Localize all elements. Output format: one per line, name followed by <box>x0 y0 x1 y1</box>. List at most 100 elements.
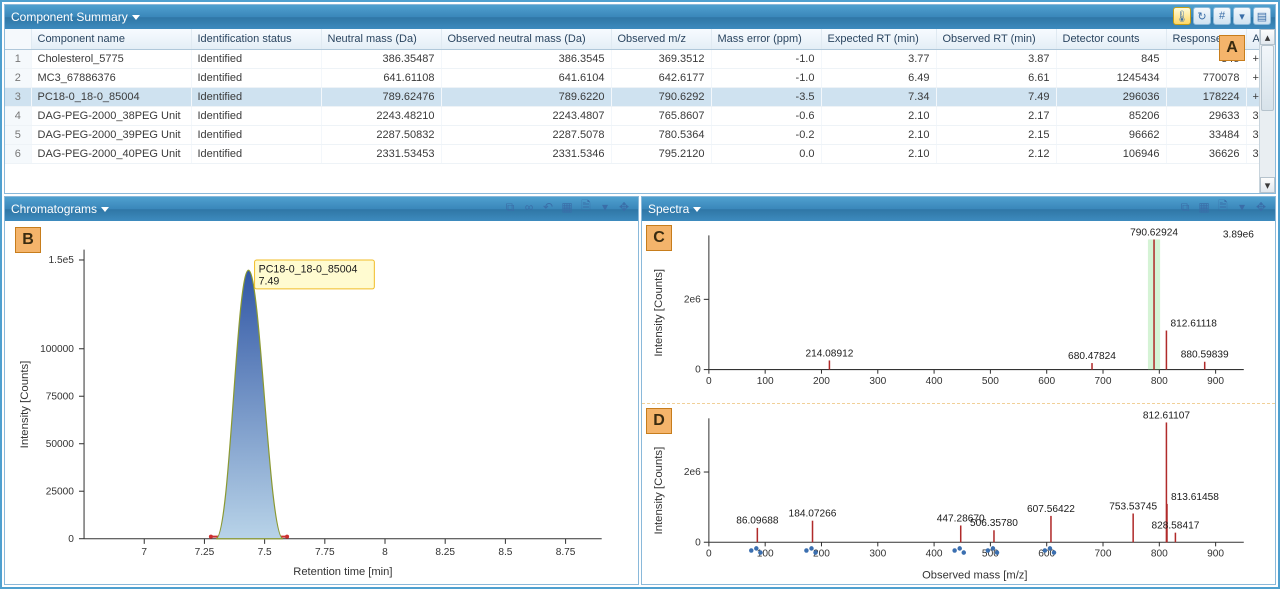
cell: 780.5364 <box>611 126 711 145</box>
thermometer-icon[interactable]: 🌡 <box>1173 7 1191 25</box>
move-icon[interactable]: ✥ <box>616 199 632 215</box>
svg-text:800: 800 <box>1151 376 1168 387</box>
cell: 3.77 <box>821 50 936 69</box>
svg-text:0: 0 <box>706 548 712 559</box>
sync-icon[interactable]: ↻ <box>1193 7 1211 25</box>
scroll-thumb[interactable] <box>1261 45 1274 111</box>
svg-text:75000: 75000 <box>46 391 74 402</box>
table-icon[interactable]: ▦ <box>1196 199 1212 215</box>
svg-text:Observed mass [m/z]: Observed mass [m/z] <box>922 569 1027 581</box>
table-row[interactable]: 3PC18-0_18-0_85004Identified789.62476789… <box>5 88 1275 107</box>
table-scrollbar[interactable]: ▴ ▾ <box>1259 29 1275 193</box>
table-icon[interactable]: ▦ <box>559 199 575 215</box>
col-header[interactable]: Expected RT (min) <box>821 29 936 50</box>
svg-text:700: 700 <box>1095 548 1112 559</box>
table-row[interactable]: 2MC3_67886376Identified641.61108641.6104… <box>5 69 1275 88</box>
svg-text:753.53745: 753.53745 <box>1109 501 1157 512</box>
annotation-a: A <box>1219 35 1245 61</box>
cell: 7.49 <box>936 88 1056 107</box>
cell: 33484 <box>1166 126 1246 145</box>
spectrum-d[interactable]: D Intensity [Counts] Observed mass [m/z]… <box>642 404 1275 586</box>
cell: 789.62476 <box>321 88 441 107</box>
copy-chart-icon[interactable]: ⧉ <box>1177 199 1193 215</box>
cell: 5 <box>5 126 31 145</box>
cell: 2.15 <box>936 126 1056 145</box>
caret-down-icon <box>132 15 140 20</box>
component-summary-panel: Component Summary 🌡 ↻ # ▾ ▤ A Componen <box>4 4 1276 194</box>
chromatograms-title: Chromatograms <box>11 202 97 216</box>
panel-menu-icon[interactable]: ▤ <box>1253 7 1271 25</box>
cell: 296036 <box>1056 88 1166 107</box>
component-summary-title-dropdown[interactable]: Component Summary <box>11 10 140 24</box>
cell: 1 <box>5 50 31 69</box>
cell: 106946 <box>1056 145 1166 164</box>
chromatograms-title-dropdown[interactable]: Chromatograms <box>11 202 109 216</box>
cell: 845 <box>1056 50 1166 69</box>
table-row[interactable]: 5DAG-PEG-2000_39PEG UnitIdentified2287.5… <box>5 126 1275 145</box>
svg-text:7.75: 7.75 <box>315 547 335 558</box>
undo-icon[interactable]: ↶ <box>540 199 556 215</box>
col-header[interactable]: Neutral mass (Da) <box>321 29 441 50</box>
table-row[interactable]: 6DAG-PEG-2000_40PEG UnitIdentified2331.5… <box>5 145 1275 164</box>
svg-text:500: 500 <box>982 376 999 387</box>
cell: Identified <box>191 88 321 107</box>
cell: 6 <box>5 145 31 164</box>
spectra-title-dropdown[interactable]: Spectra <box>648 202 701 216</box>
cell: 795.2120 <box>611 145 711 164</box>
svg-text:0: 0 <box>695 537 701 548</box>
copy-chart-icon[interactable]: ⧉ <box>502 199 518 215</box>
chromatograms-header[interactable]: Chromatograms ⧉ ∞ ↶ ▦ 🗎 ▾ ✥ <box>5 197 638 221</box>
chrom-ylabel: Intensity [Counts] <box>19 361 31 449</box>
svg-text:828.58417: 828.58417 <box>1151 520 1199 531</box>
table-row[interactable]: 4DAG-PEG-2000_38PEG UnitIdentified2243.4… <box>5 107 1275 126</box>
svg-text:880.59839: 880.59839 <box>1181 350 1229 361</box>
options-icon[interactable]: ▾ <box>1234 199 1250 215</box>
col-header[interactable] <box>5 29 31 50</box>
component-summary-header[interactable]: Component Summary 🌡 ↻ # ▾ ▤ <box>5 5 1275 29</box>
table-row[interactable]: 1Cholesterol_5775Identified386.35487386.… <box>5 50 1275 69</box>
filter-icon[interactable]: ▾ <box>1233 7 1251 25</box>
col-header[interactable]: Observed RT (min) <box>936 29 1056 50</box>
spectra-header[interactable]: Spectra ⧉ ▦ 🗎 ▾ ✥ <box>642 197 1275 221</box>
svg-text:1.5e5: 1.5e5 <box>49 255 75 266</box>
link-icon[interactable]: ∞ <box>521 199 537 215</box>
chrom-peak-rt: 7.49 <box>259 276 280 288</box>
component-table: Component nameIdentification statusNeutr… <box>5 29 1275 164</box>
grid-icon[interactable]: # <box>1213 7 1231 25</box>
cell: 369.3512 <box>611 50 711 69</box>
cell: 4 <box>5 107 31 126</box>
svg-text:184.07266: 184.07266 <box>789 508 837 519</box>
svg-text:7: 7 <box>141 547 147 558</box>
col-header[interactable]: Component name <box>31 29 191 50</box>
export-icon[interactable]: 🗎 <box>578 199 594 215</box>
col-header[interactable]: Observed neutral mass (Da) <box>441 29 611 50</box>
svg-text:790.62924: 790.62924 <box>1130 227 1178 238</box>
col-header[interactable]: Identification status <box>191 29 321 50</box>
svg-text:8.5: 8.5 <box>498 547 512 558</box>
cell: 789.6220 <box>441 88 611 107</box>
spectra-panel: Spectra ⧉ ▦ 🗎 ▾ ✥ C Intensity <box>641 196 1276 585</box>
cell: 96662 <box>1056 126 1166 145</box>
export-icon[interactable]: 🗎 <box>1215 199 1231 215</box>
options-icon[interactable]: ▾ <box>597 199 613 215</box>
cell: 386.3545 <box>441 50 611 69</box>
chromatogram-chart[interactable]: Intensity [Counts] Retention time [min] … <box>5 221 638 584</box>
cell: 0.0 <box>711 145 821 164</box>
svg-text:7.5: 7.5 <box>258 547 272 558</box>
cell: DAG-PEG-2000_40PEG Unit <box>31 145 191 164</box>
col-header[interactable]: Observed m/z <box>611 29 711 50</box>
svg-text:680.47824: 680.47824 <box>1068 351 1116 362</box>
cell: Identified <box>191 69 321 88</box>
svg-text:Intensity [Counts]: Intensity [Counts] <box>653 446 665 534</box>
col-header[interactable]: Mass error (ppm) <box>711 29 821 50</box>
scroll-down-icon[interactable]: ▾ <box>1260 177 1275 193</box>
cell: Identified <box>191 50 321 69</box>
spectrum-c[interactable]: C Intensity [Counts] 0 2e6 3.89e6 010020… <box>642 221 1275 404</box>
chromatograms-panel: Chromatograms ⧉ ∞ ↶ ▦ 🗎 ▾ ✥ 📌 ✕ B <box>4 196 639 585</box>
cell: 178224 <box>1166 88 1246 107</box>
move-icon[interactable]: ✥ <box>1253 199 1269 215</box>
svg-text:400: 400 <box>926 548 943 559</box>
scroll-up-icon[interactable]: ▴ <box>1260 29 1275 45</box>
col-header[interactable]: Detector counts <box>1056 29 1166 50</box>
svg-text:300: 300 <box>869 376 886 387</box>
